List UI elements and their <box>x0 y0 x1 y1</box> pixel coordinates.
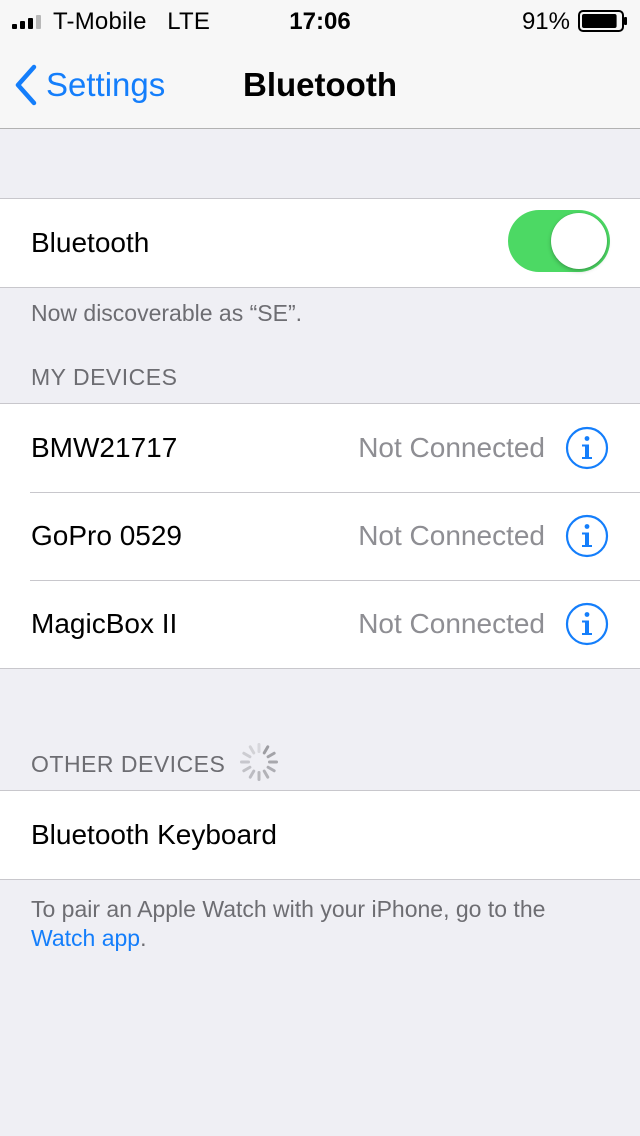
device-status: Not Connected <box>358 608 545 639</box>
footer-text: To pair an Apple Watch with your iPhone,… <box>31 896 546 922</box>
loading-spinner-icon <box>240 743 278 781</box>
device-status: Not Connected <box>358 432 545 463</box>
info-icon[interactable] <box>565 514 609 558</box>
other-devices-header: OTHER DEVICES <box>31 751 226 777</box>
device-row[interactable]: MagicBox II Not Connected <box>0 580 640 668</box>
bluetooth-toggle-group: Bluetooth <box>0 198 640 288</box>
device-name: GoPro 0529 <box>31 520 182 551</box>
device-name: MagicBox II <box>31 608 178 639</box>
my-devices-list: BMW21717 Not Connected GoPro 0529 Not Conne… <box>0 403 640 669</box>
apple-watch-footer: To pair an Apple Watch with your iPhone,… <box>31 895 610 953</box>
bluetooth-row: Bluetooth <box>0 199 640 287</box>
navigation-bar: Settings Bluetooth <box>0 40 640 129</box>
device-status: Not Connected <box>358 520 545 551</box>
status-bar: T-Mobile LTE 17:06 91% <box>0 0 640 40</box>
page-title: Bluetooth <box>243 66 397 103</box>
battery-icon <box>578 10 627 32</box>
device-name: Bluetooth Keyboard <box>31 819 277 850</box>
bluetooth-label: Bluetooth <box>31 227 150 258</box>
watch-app-link[interactable]: Watch app <box>31 925 140 951</box>
device-row[interactable]: GoPro 0529 Not Connected <box>0 492 640 580</box>
toggle-knob <box>551 213 607 269</box>
info-icon[interactable] <box>565 426 609 470</box>
footer-suffix: . <box>140 925 147 951</box>
device-name: BMW21717 <box>31 432 178 463</box>
bluetooth-toggle[interactable] <box>508 210 610 272</box>
battery-percentage: 91% <box>521 8 570 35</box>
device-row[interactable]: BMW21717 Not Connected <box>0 404 640 492</box>
other-device-row[interactable]: Bluetooth Keyboard <box>0 791 640 879</box>
my-devices-header: MY DEVICES <box>31 364 178 390</box>
discoverable-text: Now discoverable as “SE”. <box>31 300 302 326</box>
info-icon[interactable] <box>565 602 609 646</box>
other-devices-list: Bluetooth Keyboard <box>0 790 640 880</box>
